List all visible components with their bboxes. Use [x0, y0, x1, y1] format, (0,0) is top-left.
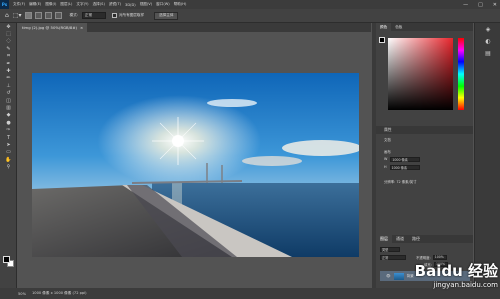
window-controls: — □ ✕ — [463, 0, 497, 9]
menu-3d[interactable]: 3D(D) — [125, 3, 136, 7]
blur-icon[interactable]: ◆ — [0, 112, 17, 119]
add-selection-icon[interactable] — [34, 12, 42, 19]
color-swatches[interactable] — [3, 256, 15, 268]
menu-help[interactable]: 帮助(H) — [174, 2, 187, 7]
width-input[interactable]: 1000 像素 — [390, 156, 421, 162]
type-icon[interactable]: T — [0, 134, 17, 141]
color-panel-tabs: 颜色 色板 — [376, 23, 473, 31]
width-label: W — [384, 157, 388, 161]
tools-panel: ✥ ⬚ ◌ ✎ ⌗ ✒ ✚ ✏ ⊥ ↺ ◫ ▥ ◆ ● ✑ T ➤ ▭ ✋ ⚲ — [0, 23, 17, 288]
document-tab[interactable]: timg (2).jpg @ 50%(RGB/8#) × — [18, 23, 88, 32]
new-selection-icon[interactable] — [24, 12, 32, 19]
baidu-jingyan-watermark: Baidu 经验 jingyan.baidu.com — [390, 252, 498, 296]
close-button[interactable]: ✕ — [493, 2, 497, 8]
intersect-selection-icon[interactable] — [54, 12, 62, 19]
stamp-icon[interactable]: ⊥ — [0, 82, 17, 89]
canvas-section-title: 画布 — [384, 149, 391, 154]
panel-icon-strip: ◈ ◐ ▤ — [474, 23, 500, 288]
eyedropper-icon[interactable]: ✒ — [0, 60, 17, 67]
menu-window[interactable]: 窗口(W) — [156, 2, 170, 7]
menu-view[interactable]: 视图(V) — [140, 2, 152, 7]
checkbox-icon — [111, 13, 117, 18]
zoom-icon[interactable]: ⚲ — [0, 163, 17, 170]
height-input[interactable]: 1000 像素 — [389, 164, 420, 170]
height-value: 1000 像素 — [391, 165, 408, 170]
brush-icon[interactable]: ✏ — [0, 75, 17, 82]
zoom-level[interactable]: 50% — [18, 292, 26, 296]
menu-bar: Ps 文件(F) 编辑(E) 图像(I) 图层(L) 文字(Y) 选择(S) 滤… — [0, 0, 500, 9]
menu-filter[interactable]: 滤镜(T) — [109, 2, 121, 7]
home-icon[interactable]: ⌂ — [5, 12, 9, 20]
menu-type[interactable]: 文字(Y) — [76, 2, 88, 7]
crop-icon[interactable]: ⌗ — [0, 53, 17, 60]
minimize-button[interactable]: — — [463, 2, 468, 8]
photoshop-logo: Ps — [0, 0, 9, 9]
canvas-area[interactable] — [18, 32, 371, 288]
history-brush-icon[interactable]: ↺ — [0, 90, 17, 97]
menu-file[interactable]: 文件(F) — [13, 2, 25, 7]
document-tabs: timg (2).jpg @ 50%(RGB/8#) × — [18, 23, 371, 32]
hue-slider[interactable] — [458, 38, 464, 110]
shape-icon[interactable]: ▭ — [0, 149, 17, 156]
document-tab-title: timg (2).jpg @ 50%(RGB/8#) — [22, 25, 77, 30]
properties-doc-label: 文档 — [384, 137, 391, 142]
hand-icon[interactable]: ✋ — [0, 156, 17, 163]
blend-mode-value: 正常 — [382, 255, 389, 260]
sample-all-layers-label: 对所有图层取样 — [118, 13, 145, 17]
height-label: H — [384, 165, 387, 169]
width-row: W 1000 像素 — [376, 156, 473, 162]
menu-edit[interactable]: 编辑(E) — [29, 2, 41, 7]
watermark-sub: jingyan.baidu.com — [433, 280, 498, 289]
heal-icon[interactable]: ✚ — [0, 67, 17, 74]
dodge-icon[interactable]: ● — [0, 119, 17, 126]
gradient-icon[interactable]: ▥ — [0, 104, 17, 111]
subtract-selection-icon[interactable] — [44, 12, 52, 19]
tab-paths[interactable]: 路径 — [408, 235, 424, 243]
height-row: H 1000 像素 — [376, 164, 473, 170]
color-fg-bg-icon[interactable] — [379, 37, 385, 43]
mode-value: 正常 — [84, 13, 93, 17]
close-tab-icon[interactable]: × — [80, 25, 83, 30]
mode-select[interactable]: 正常 — [81, 12, 106, 19]
adjustments-icon[interactable]: ◐ — [475, 35, 500, 47]
pen-icon[interactable]: ✑ — [0, 126, 17, 133]
layer-kind-value: 类型 — [382, 247, 389, 252]
tab-color[interactable]: 颜色 — [376, 23, 392, 31]
marquee-icon[interactable]: ⬚ — [0, 30, 17, 37]
menu-layer[interactable]: 图层(L) — [60, 2, 72, 7]
properties-header: 属性 — [376, 126, 473, 134]
learn-icon[interactable]: ◈ — [475, 23, 500, 35]
right-panels: 颜色 色板 属性 文档 画布 W 1000 像素 H 1000 像素 分辨率: … — [376, 23, 473, 288]
menu-image[interactable]: 图像(I) — [45, 2, 56, 7]
quick-select-icon[interactable]: ✎ — [0, 45, 17, 52]
options-bar: ⌂ ⬚▾ 模式: 正常 对所有图层取样 选择主体 — [0, 9, 500, 23]
libraries-icon[interactable]: ▤ — [475, 47, 500, 59]
layer-kind-select[interactable]: 类型 — [380, 246, 400, 252]
watermark-main: Baidu 经验 — [414, 261, 498, 280]
color-picker-field[interactable] — [388, 38, 453, 110]
move-icon[interactable]: ✥ — [0, 23, 17, 30]
menu-select[interactable]: 选择(S) — [93, 2, 105, 7]
path-select-icon[interactable]: ➤ — [0, 141, 17, 148]
bridge-photo — [32, 73, 359, 257]
width-value: 1000 像素 — [392, 157, 408, 162]
sample-all-layers-checkbox[interactable]: 对所有图层取样 — [111, 12, 145, 20]
lasso-icon[interactable]: ◌ — [0, 38, 17, 45]
select-subject-button[interactable]: 选择主体 — [154, 11, 179, 20]
document-info: 1000 像素 x 1000 像素 (72 ppi) — [32, 291, 87, 295]
foreground-color-swatch[interactable] — [3, 256, 10, 263]
tab-layers[interactable]: 图层 — [376, 235, 392, 243]
maximize-button[interactable]: □ — [478, 2, 483, 8]
tab-properties[interactable]: 属性 — [376, 126, 473, 134]
document-image[interactable] — [32, 73, 359, 257]
resolution-text: 分辨率: 72 像素/英寸 — [384, 179, 417, 184]
mode-label: 模式: — [69, 13, 78, 17]
eraser-icon[interactable]: ◫ — [0, 97, 17, 104]
properties-body: 文档 画布 W 1000 像素 H 1000 像素 分辨率: 72 像素/英寸 — [376, 136, 473, 184]
tool-preset-icon[interactable]: ⬚▾ — [13, 12, 22, 20]
tab-swatches[interactable]: 色板 — [391, 23, 406, 31]
tab-channels[interactable]: 通道 — [392, 235, 408, 243]
layers-panel-tabs: 图层 通道 路径 — [376, 235, 473, 243]
